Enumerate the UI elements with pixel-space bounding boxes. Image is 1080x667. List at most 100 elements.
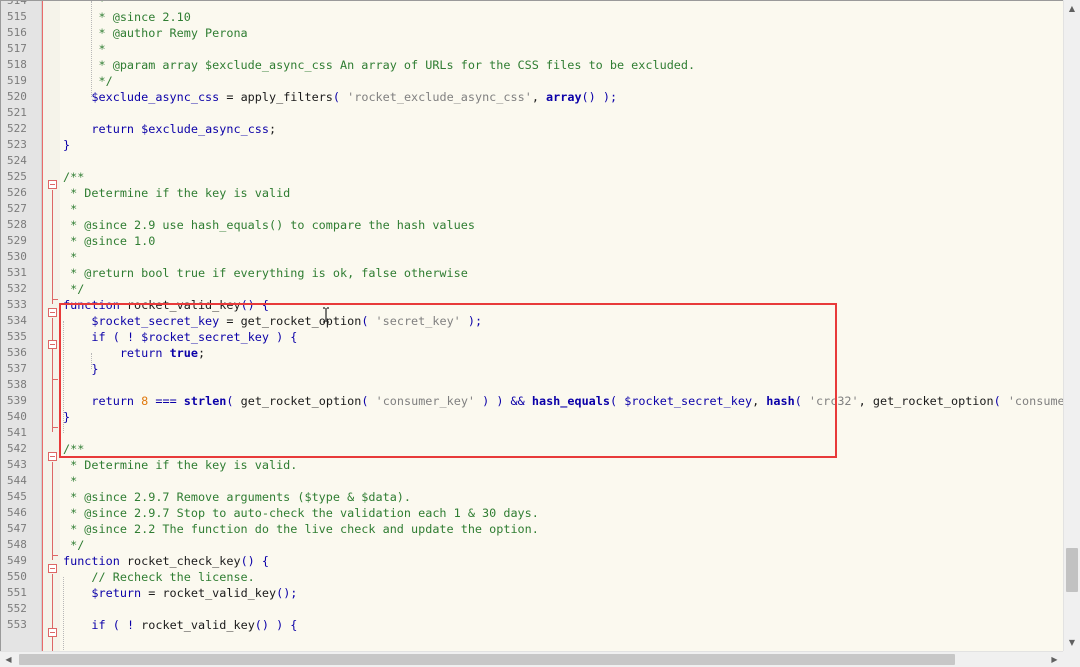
code-line[interactable]: 539 return 8 === strlen( get_rocket_opti… [1,393,1063,409]
code-token: array [546,90,582,104]
code-line[interactable]: 528 * @since 2.9 use hash_equals() to co… [1,217,1063,233]
code-line[interactable]: 544 * [1,473,1063,489]
code-text: $exclude_async_css = apply_filters( 'roc… [63,89,617,105]
code-line[interactable]: 532 */ [1,281,1063,297]
code-token: 'consumer_email' [1007,394,1063,408]
line-number: 542 [7,442,27,455]
code-token: * [63,474,78,488]
code-line[interactable]: 550 // Recheck the license. [1,569,1063,585]
code-line[interactable]: 517 * [1,41,1063,57]
line-number: 519 [7,74,27,87]
code-line[interactable]: 540} [1,409,1063,425]
code-line[interactable]: 529 * @since 1.0 [1,233,1063,249]
horizontal-scrollbar[interactable]: ◀ ▶ [0,651,1063,667]
code-line[interactable]: 541 [1,425,1063,441]
code-token: ( ! [105,330,142,344]
code-line[interactable]: 522 return $exclude_async_css; [1,121,1063,137]
line-number: 524 [7,154,27,167]
code-line[interactable]: 549 function rocket_check_key() { [1,553,1063,569]
line-number: 517 [7,42,27,55]
code-line[interactable]: 536 return true; [1,345,1063,361]
fold-minus-icon[interactable] [48,308,57,317]
code-line[interactable]: 516 * @author Remy Perona [1,25,1063,41]
code-text: $return = rocket_valid_key(); [63,585,297,601]
code-line[interactable]: 524 [1,153,1063,169]
code-line[interactable]: 525 /** [1,169,1063,185]
arrow-right-icon[interactable]: ▶ [1046,652,1063,667]
code-line[interactable]: 526 * Determine if the key is valid [1,185,1063,201]
code-line[interactable]: 553 if ( ! rocket_valid_key() ) { [1,617,1063,633]
code-text: return 8 === strlen( get_rocket_option( … [63,393,1063,409]
line-number: 535 [7,330,27,343]
code-line[interactable]: 521 [1,105,1063,121]
line-number: 523 [7,138,27,151]
code-line[interactable]: 514 * [1,1,1063,9]
code-line[interactable]: 548 */ [1,537,1063,553]
fold-minus-icon[interactable] [48,452,57,461]
line-number: 552 [7,602,27,615]
code-line[interactable]: 547 * @since 2.2 The function do the liv… [1,521,1063,537]
code-token: if [91,618,106,632]
fold-minus-icon[interactable] [48,180,57,189]
code-line[interactable]: 520 $exclude_async_css = apply_filters( … [1,89,1063,105]
line-number: 553 [7,618,27,631]
line-number: 539 [7,394,27,407]
code-token: ; [269,122,277,136]
fold-guide [52,190,53,304]
code-line[interactable]: 551 $return = rocket_valid_key(); [1,585,1063,601]
code-line[interactable]: 533 function rocket_valid_key() { [1,297,1063,313]
code-text: * Determine if the key is valid. [63,457,297,473]
fold-end-marker [52,420,58,428]
horizontal-scroll-thumb[interactable] [19,654,955,665]
code-line[interactable]: 523} [1,137,1063,153]
code-token: get_rocket_option [872,394,994,408]
code-line[interactable]: 534 $rocket_secret_key = get_rocket_opti… [1,313,1063,329]
code-text: * [63,201,77,217]
code-token: hash [766,394,795,408]
arrow-left-icon[interactable]: ◀ [0,652,17,667]
code-line[interactable]: 515 * @since 2.10 [1,9,1063,25]
code-token: , [858,394,873,408]
code-line[interactable]: 537 } [1,361,1063,377]
fold-guide [52,462,53,560]
code-token: () { [240,298,269,312]
code-line[interactable]: 546 * @since 2.9.7 Stop to auto-check th… [1,505,1063,521]
code-token: ) { [269,330,298,344]
code-text: * @since 2.9.7 Stop to auto-check the va… [63,505,539,521]
code-editor[interactable]: 514 * 515 * @since 2.10 516 * @author Remy… [0,0,1063,651]
fold-minus-icon[interactable] [48,340,57,349]
code-line[interactable]: 543 * Determine if the key is valid. [1,457,1063,473]
arrow-down-icon[interactable]: ▼ [1064,634,1080,651]
code-line[interactable]: 531 * @return bool true if everything is… [1,265,1063,281]
code-token: strlen [183,394,227,408]
scrollbar-corner [1063,651,1080,667]
code-line[interactable]: 552 [1,601,1063,617]
vertical-scrollbar[interactable]: ▲ ▼ [1063,0,1080,651]
fold-minus-icon[interactable] [48,628,57,637]
code-token: } [63,362,99,376]
code-token: */ [63,538,85,552]
code-line[interactable]: 519 */ [1,73,1063,89]
code-line[interactable]: 530 * [1,249,1063,265]
code-line[interactable]: 518 * @param array $exclude_async_css An… [1,57,1063,73]
vertical-scroll-thumb[interactable] [1066,548,1078,592]
code-text: function rocket_check_key() { [63,553,269,569]
line-number: 549 [7,554,27,567]
code-line[interactable]: 542 /** [1,441,1063,457]
arrow-up-icon[interactable]: ▲ [1064,0,1080,17]
code-token: = [219,90,241,104]
code-line[interactable]: 538 [1,377,1063,393]
line-number: 530 [7,250,27,263]
code-line[interactable]: 527 * [1,201,1063,217]
code-line[interactable]: 545 * @since 2.9.7 Remove arguments ($ty… [1,489,1063,505]
fold-minus-icon[interactable] [48,564,57,573]
code-text: function rocket_valid_key() { [63,297,269,313]
code-token: 'rocket_exclude_async_css' [347,90,532,104]
code-token: * [63,42,106,56]
code-line[interactable]: 535 if ( ! $rocket_secret_key ) { [1,329,1063,345]
code-text: * @since 2.9.7 Remove arguments ($type &… [63,489,411,505]
code-token: () ); [581,90,618,104]
